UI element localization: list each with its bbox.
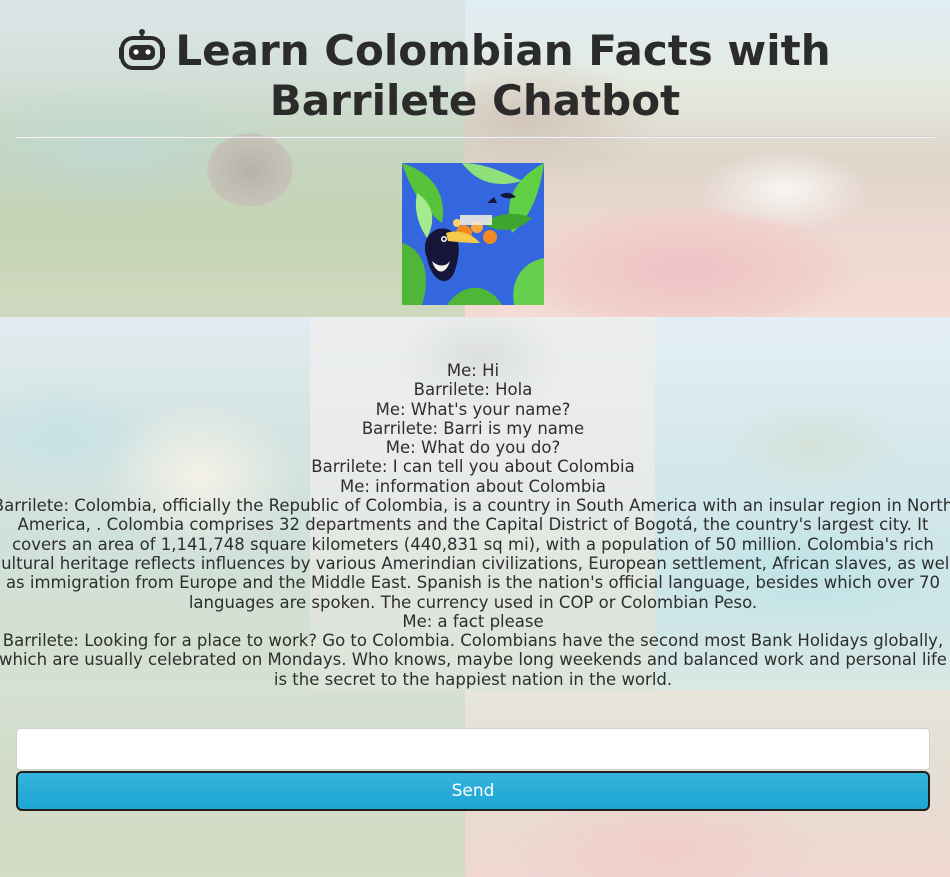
chat-message-user: Me: Hi	[446, 361, 500, 380]
chat-message-bot: Barrilete: Hola	[413, 380, 533, 400]
robot-icon	[119, 29, 166, 70]
message-input[interactable]	[16, 728, 930, 770]
page-title: Learn Colombian Facts with Barrilete Cha…	[20, 26, 930, 126]
chat-message-user: Me: information about Colombia	[339, 476, 607, 496]
title-divider	[15, 136, 935, 138]
chat-log: Me: Hi Barrilete: Hola Me: What's your n…	[0, 361, 950, 689]
chat-message-user: Me: What do you do?	[385, 438, 561, 458]
chat-message-user: Me: What's your name?	[375, 399, 571, 419]
chat-message-bot: Barrilete: Colombia, officially the Repu…	[0, 496, 950, 612]
chat-message-bot: Barrilete: I can tell you about Colombia	[311, 457, 635, 477]
chat-message-bot: Barrilete: Barri is my name	[361, 418, 585, 438]
barrilete-avatar	[402, 163, 544, 305]
chat-app: Learn Colombian Facts with Barrilete Cha…	[0, 0, 950, 877]
chat-message-bot: Barrilete: Looking for a place to work? …	[0, 631, 947, 689]
send-button[interactable]: Send	[16, 771, 930, 811]
page-title-text: Learn Colombian Facts with Barrilete Cha…	[175, 26, 831, 125]
chat-message-user: Me: a fact please	[402, 611, 544, 631]
page: Learn Colombian Facts with Barrilete Cha…	[0, 0, 950, 877]
